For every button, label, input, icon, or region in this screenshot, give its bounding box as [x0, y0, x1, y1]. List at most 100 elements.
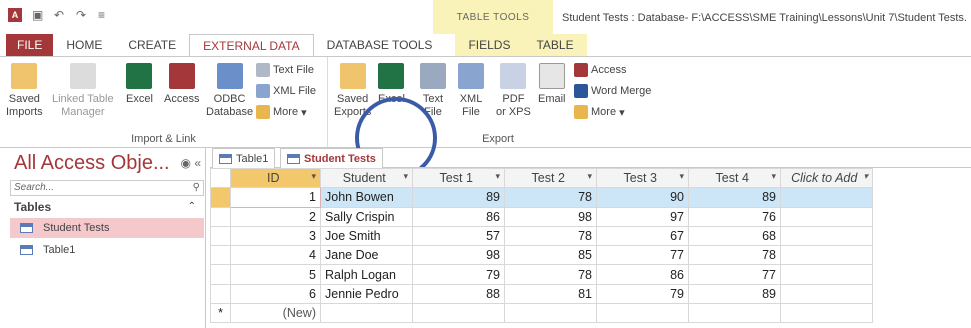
import-more-button[interactable]: More ▾ [256, 105, 307, 119]
import-excel-button[interactable]: Excel [126, 63, 153, 106]
cell-id[interactable]: 5 [230, 264, 321, 285]
nav-menu-icon[interactable]: ◉ [180, 156, 190, 170]
import-access-button[interactable]: Access [164, 63, 199, 106]
export-more-button[interactable]: More ▾ [574, 105, 625, 119]
cell-test2[interactable]: 78 [504, 264, 597, 285]
linked-table-manager-button[interactable]: Linked Table Manager [52, 63, 114, 119]
tab-create[interactable]: CREATE [115, 34, 189, 56]
column-header-test2[interactable]: Test 2 ▾ [504, 167, 597, 189]
tab-table[interactable]: TABLE [523, 34, 586, 56]
word-merge-button[interactable]: Word Merge [574, 84, 651, 98]
cell-id[interactable]: 3 [230, 225, 321, 247]
saved-imports-button[interactable]: Saved Imports [6, 63, 43, 119]
collapse-icon[interactable]: ⌃ [188, 198, 196, 216]
column-header-id[interactable]: ID ▾ [230, 167, 321, 189]
cell-student[interactable]: John Bowen [320, 187, 413, 208]
search-icon[interactable]: ⚲ [193, 181, 200, 195]
tab-database-tools[interactable]: DATABASE TOOLS [314, 34, 446, 56]
cell-test4[interactable]: 89 [688, 187, 781, 208]
cell-test1[interactable]: 86 [412, 206, 505, 227]
cell-test2[interactable]: 81 [504, 283, 597, 305]
cell-student[interactable]: Jennie Pedro [320, 283, 413, 305]
cell-id[interactable]: 4 [230, 245, 321, 266]
cell-test4[interactable]: 78 [688, 245, 781, 266]
cell-click-to-add[interactable] [780, 245, 873, 266]
column-header-test1[interactable]: Test 1 ▾ [412, 167, 505, 189]
cell-click-to-add[interactable] [780, 187, 873, 208]
cell-test2[interactable]: 78 [504, 187, 597, 208]
cell-student[interactable]: Joe Smith [320, 225, 413, 247]
nav-item-student-tests[interactable]: Student Tests [10, 218, 204, 238]
cell-click-to-add[interactable] [780, 303, 873, 324]
table-row[interactable]: 4 Jane Doe 98 85 77 78 [210, 245, 873, 266]
dropdown-arrow-icon[interactable]: ▾ [771, 171, 776, 182]
cell-test1[interactable] [412, 303, 505, 324]
cell-test4[interactable]: 76 [688, 206, 781, 227]
customize-toolbar-icon[interactable]: ≡ [98, 9, 110, 21]
tab-fields[interactable]: FIELDS [455, 34, 523, 56]
cell-test4[interactable]: 89 [688, 283, 781, 305]
nav-pane-title[interactable]: All Access Obje... [14, 152, 170, 175]
cell-test2[interactable]: 98 [504, 206, 597, 227]
table-row[interactable]: 6 Jennie Pedro 88 81 79 89 [210, 283, 873, 305]
shutter-bar-close-icon[interactable]: « [194, 156, 201, 170]
cell-test1[interactable]: 88 [412, 283, 505, 305]
table-row[interactable]: 3 Joe Smith 57 78 67 68 [210, 225, 873, 247]
tab-file[interactable]: FILE [6, 34, 54, 56]
cell-test1[interactable]: 57 [412, 225, 505, 247]
record-selector[interactable] [210, 283, 231, 305]
doc-tab-student-tests[interactable]: Student Tests [280, 148, 383, 168]
record-selector[interactable] [210, 245, 231, 266]
dropdown-arrow-icon[interactable]: ▾ [863, 171, 868, 182]
cell-test3[interactable] [596, 303, 689, 324]
cell-test3[interactable]: 77 [596, 245, 689, 266]
cell-test4[interactable]: 68 [688, 225, 781, 247]
cell-test3[interactable]: 90 [596, 187, 689, 208]
import-text-file-button[interactable]: Text File [256, 63, 314, 77]
new-record-marker[interactable]: * [210, 303, 231, 324]
redo-icon[interactable]: ↷ [76, 9, 88, 21]
table-row[interactable]: 2 Sally Crispin 86 98 97 76 [210, 206, 873, 227]
cell-id[interactable]: 1 [230, 187, 321, 208]
cell-student[interactable]: Jane Doe [320, 245, 413, 266]
cell-click-to-add[interactable] [780, 264, 873, 285]
cell-test3[interactable]: 79 [596, 283, 689, 305]
record-selector[interactable] [210, 206, 231, 227]
tab-home[interactable]: HOME [53, 34, 115, 56]
export-access-button[interactable]: Access [574, 63, 626, 77]
export-pdf-xps-button[interactable]: PDF or XPS [496, 63, 531, 119]
new-record-row[interactable]: * (New) [210, 303, 873, 324]
cell-test1[interactable]: 89 [412, 187, 505, 208]
record-selector[interactable] [210, 225, 231, 247]
cell-student[interactable]: Sally Crispin [320, 206, 413, 227]
cell-id[interactable]: 6 [230, 283, 321, 305]
cell-click-to-add[interactable] [780, 206, 873, 227]
dropdown-arrow-icon[interactable]: ▾ [403, 171, 408, 182]
cell-test1[interactable]: 98 [412, 245, 505, 266]
cell-id-new[interactable]: (New) [230, 303, 321, 324]
cell-test2[interactable] [504, 303, 597, 324]
column-header-click-to-add[interactable]: Click to Add ▾ [780, 167, 873, 189]
column-header-test3[interactable]: Test 3 ▾ [596, 167, 689, 189]
cell-test3[interactable]: 67 [596, 225, 689, 247]
dropdown-arrow-icon[interactable]: ▾ [311, 171, 316, 182]
cell-test3[interactable]: 86 [596, 264, 689, 285]
record-selector[interactable] [210, 187, 231, 208]
nav-item-table1[interactable]: Table1 [10, 240, 204, 260]
import-xml-file-button[interactable]: XML File [256, 84, 316, 98]
table-row[interactable]: 5 Ralph Logan 79 78 86 77 [210, 264, 873, 285]
nav-search-input[interactable]: Search... ⚲ [10, 180, 204, 196]
table-row[interactable]: 1 John Bowen 89 78 90 89 [210, 187, 873, 208]
tab-external-data[interactable]: EXTERNAL DATA [189, 34, 314, 56]
doc-tab-table1[interactable]: Table1 [212, 148, 276, 168]
cell-test4[interactable] [688, 303, 781, 324]
column-header-student[interactable]: Student ▾ [320, 167, 413, 189]
cell-click-to-add[interactable] [780, 283, 873, 305]
cell-click-to-add[interactable] [780, 225, 873, 247]
dropdown-arrow-icon[interactable]: ▾ [495, 171, 500, 182]
cell-student[interactable] [320, 303, 413, 324]
export-xml-file-button[interactable]: XML File [458, 63, 484, 119]
undo-icon[interactable]: ↶ [54, 9, 66, 21]
cell-id[interactable]: 2 [230, 206, 321, 227]
cell-student[interactable]: Ralph Logan [320, 264, 413, 285]
